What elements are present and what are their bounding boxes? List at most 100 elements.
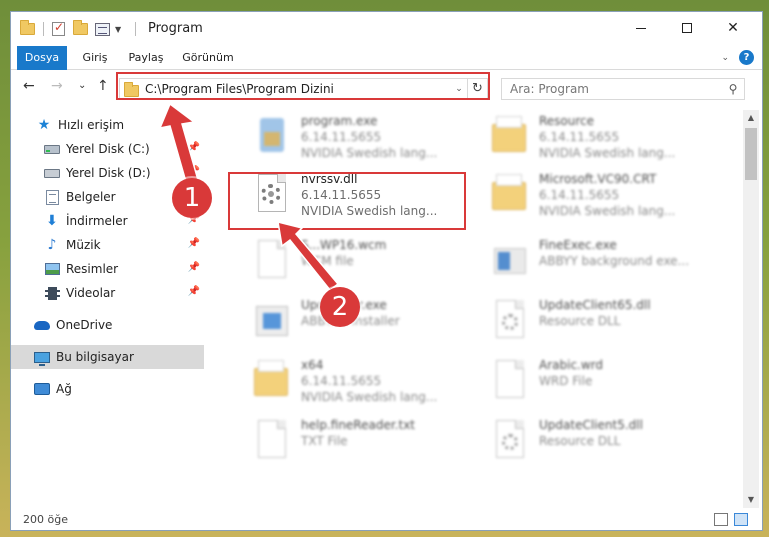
minimize-button[interactable]: [618, 12, 664, 44]
file-name: S...WP16.wcm: [301, 238, 387, 252]
search-box[interactable]: ⚲: [501, 78, 745, 100]
large-icons-view-icon[interactable]: [734, 513, 748, 526]
file-description: NVIDIA Swedish lang...: [539, 204, 676, 218]
sidebar-item-videos[interactable]: Videolar 📌: [11, 281, 204, 305]
sidebar-item-network[interactable]: Ağ: [11, 377, 204, 401]
sidebar-item-local-disk-d[interactable]: Yerel Disk (D:) 📌: [11, 161, 204, 185]
search-input[interactable]: [510, 82, 722, 96]
tab-share[interactable]: Paylaş: [121, 46, 171, 70]
file-version: 6.14.11.5655: [301, 374, 382, 388]
dll-gear-icon: [492, 420, 528, 462]
file-name: Resource: [539, 114, 595, 128]
ribbon-tabs: Dosya Giriş Paylaş Görünüm ⌄ ?: [11, 46, 762, 70]
file-name: Microsoft.VC90.CRT: [539, 172, 657, 186]
details-view-icon[interactable]: [714, 513, 728, 526]
file-item-program-exe[interactable]: program.exe 6.14.11.5655 NVIDIA Swedish …: [226, 110, 466, 166]
file-type: ABBYY background exe...: [539, 254, 690, 268]
scroll-down-icon[interactable]: ▼: [743, 492, 759, 508]
sidebar-item-label: Hızlı erişim: [58, 118, 125, 132]
help-icon[interactable]: ?: [739, 50, 754, 65]
file-name: UpdateClient65.dll: [539, 298, 651, 312]
file-type: WRD File: [539, 374, 593, 388]
title-divider: [135, 22, 136, 36]
pin-icon[interactable]: 📌: [188, 142, 200, 153]
sidebar-item-music[interactable]: ♪ Müzik 📌: [11, 233, 204, 257]
file-type: TXT File: [301, 434, 348, 448]
file-item-fineexec-exe[interactable]: FineExec.exe ABBYY background exe...: [464, 234, 704, 290]
drive-d-icon: [44, 168, 60, 178]
pin-icon[interactable]: 📌: [188, 238, 200, 249]
maximize-button[interactable]: [664, 12, 710, 44]
maximize-icon: [682, 23, 692, 33]
properties-check-icon[interactable]: [52, 20, 65, 36]
dll-gear-icon: [492, 300, 528, 342]
drive-c-icon: [44, 144, 60, 154]
back-button[interactable]: ←: [23, 78, 35, 94]
this-pc-icon: [34, 351, 50, 366]
file-name: program.exe: [301, 114, 378, 128]
minimize-icon: [636, 27, 646, 29]
status-bar: 200 öğe: [11, 509, 762, 531]
sidebar-item-label: Bu bilgisayar: [56, 350, 134, 364]
vertical-scrollbar[interactable]: ▲ ▼: [743, 110, 759, 508]
file-item-wcm[interactable]: S...WP16.wcm WCM file: [226, 234, 466, 290]
network-icon: [34, 383, 50, 395]
customize-icon[interactable]: [95, 22, 110, 36]
file-name: Arabic.wrd: [539, 358, 604, 372]
file-item-updateclient65-dll[interactable]: UpdateClient65.dll Resource DLL: [464, 294, 704, 350]
sidebar-item-label: Ağ: [56, 382, 72, 396]
pin-icon[interactable]: 📌: [188, 286, 200, 297]
tab-file[interactable]: Dosya: [17, 46, 67, 70]
new-folder-icon[interactable]: [73, 20, 88, 35]
sidebar-item-local-disk-c[interactable]: Yerel Disk (C:) 📌: [11, 137, 204, 161]
sidebar-item-label: OneDrive: [56, 318, 113, 332]
ribbon-expand-icon[interactable]: ⌄: [721, 53, 729, 63]
file-item-arabic-wrd[interactable]: Arabic.wrd WRD File: [464, 354, 704, 410]
up-button[interactable]: ↑: [97, 78, 109, 94]
sidebar-item-quick-access[interactable]: ★ Hızlı erişim: [11, 113, 204, 137]
scroll-up-icon[interactable]: ▲: [743, 110, 759, 126]
file-version: 6.14.11.5655: [301, 130, 382, 144]
toolbar-divider: [43, 22, 44, 36]
file-type: Resource DLL: [539, 434, 621, 448]
folder-icon[interactable]: [20, 20, 35, 35]
forward-button[interactable]: →: [51, 78, 63, 94]
file-name: help.fineReader.txt: [301, 418, 415, 432]
pin-icon[interactable]: 📌: [188, 262, 200, 273]
sidebar-item-downloads[interactable]: ⬇ İndirmeler 📌: [11, 209, 204, 233]
file-version: 6.14.11.5655: [539, 130, 620, 144]
tab-view[interactable]: Görünüm: [177, 46, 239, 70]
callout-badge-2: 2: [320, 287, 360, 327]
file-name: x64: [301, 358, 324, 372]
file-item-updateclient5-dll[interactable]: UpdateClient5.dll Resource DLL: [464, 414, 704, 470]
file-item-resource[interactable]: Resource 6.14.11.5655 NVIDIA Swedish lan…: [464, 110, 704, 166]
downloads-icon: ⬇: [46, 213, 58, 229]
file-version: 6.14.11.5655: [539, 188, 620, 202]
navigation-pane: ★ Hızlı erişim Yerel Disk (C:) 📌 Yerel D…: [11, 110, 204, 505]
file-item-x64[interactable]: x64 6.14.11.5655 NVIDIA Swedish lang...: [226, 354, 466, 410]
file-item-help-finereader-txt[interactable]: help.fineReader.txt TXT File: [226, 414, 466, 470]
sidebar-item-pictures[interactable]: Resimler 📌: [11, 257, 204, 281]
sidebar-item-label: Müzik: [66, 238, 101, 252]
sidebar-item-label: Yerel Disk (D:): [66, 166, 151, 180]
documents-icon: [45, 189, 59, 205]
fineexec-icon: [492, 240, 528, 282]
folder-icon: [492, 116, 528, 158]
quick-access-dropdown-icon[interactable]: ▼: [115, 25, 121, 34]
sidebar-item-this-pc[interactable]: Bu bilgisayar: [11, 345, 204, 369]
close-button[interactable]: ✕: [710, 12, 756, 44]
pin-icon[interactable]: 📌: [188, 166, 200, 177]
file-item-microsoft-vc90-crt[interactable]: Microsoft.VC90.CRT 6.14.11.5655 NVIDIA S…: [464, 168, 704, 224]
scrollbar-thumb[interactable]: [745, 128, 757, 180]
videos-icon: [44, 286, 60, 300]
quick-access-toolbar: [20, 20, 35, 37]
address-bar-highlight: [116, 72, 490, 100]
sidebar-item-onedrive[interactable]: OneDrive: [11, 313, 204, 337]
sidebar-item-label: İndirmeler: [66, 214, 128, 228]
window-title: Program: [148, 21, 203, 36]
recent-locations-button[interactable]: ⌄: [78, 80, 86, 91]
item-count: 200 öğe: [23, 513, 68, 526]
file-description: NVIDIA Swedish lang...: [301, 390, 438, 404]
search-icon[interactable]: ⚲: [722, 82, 744, 96]
tab-home[interactable]: Giriş: [73, 46, 117, 70]
